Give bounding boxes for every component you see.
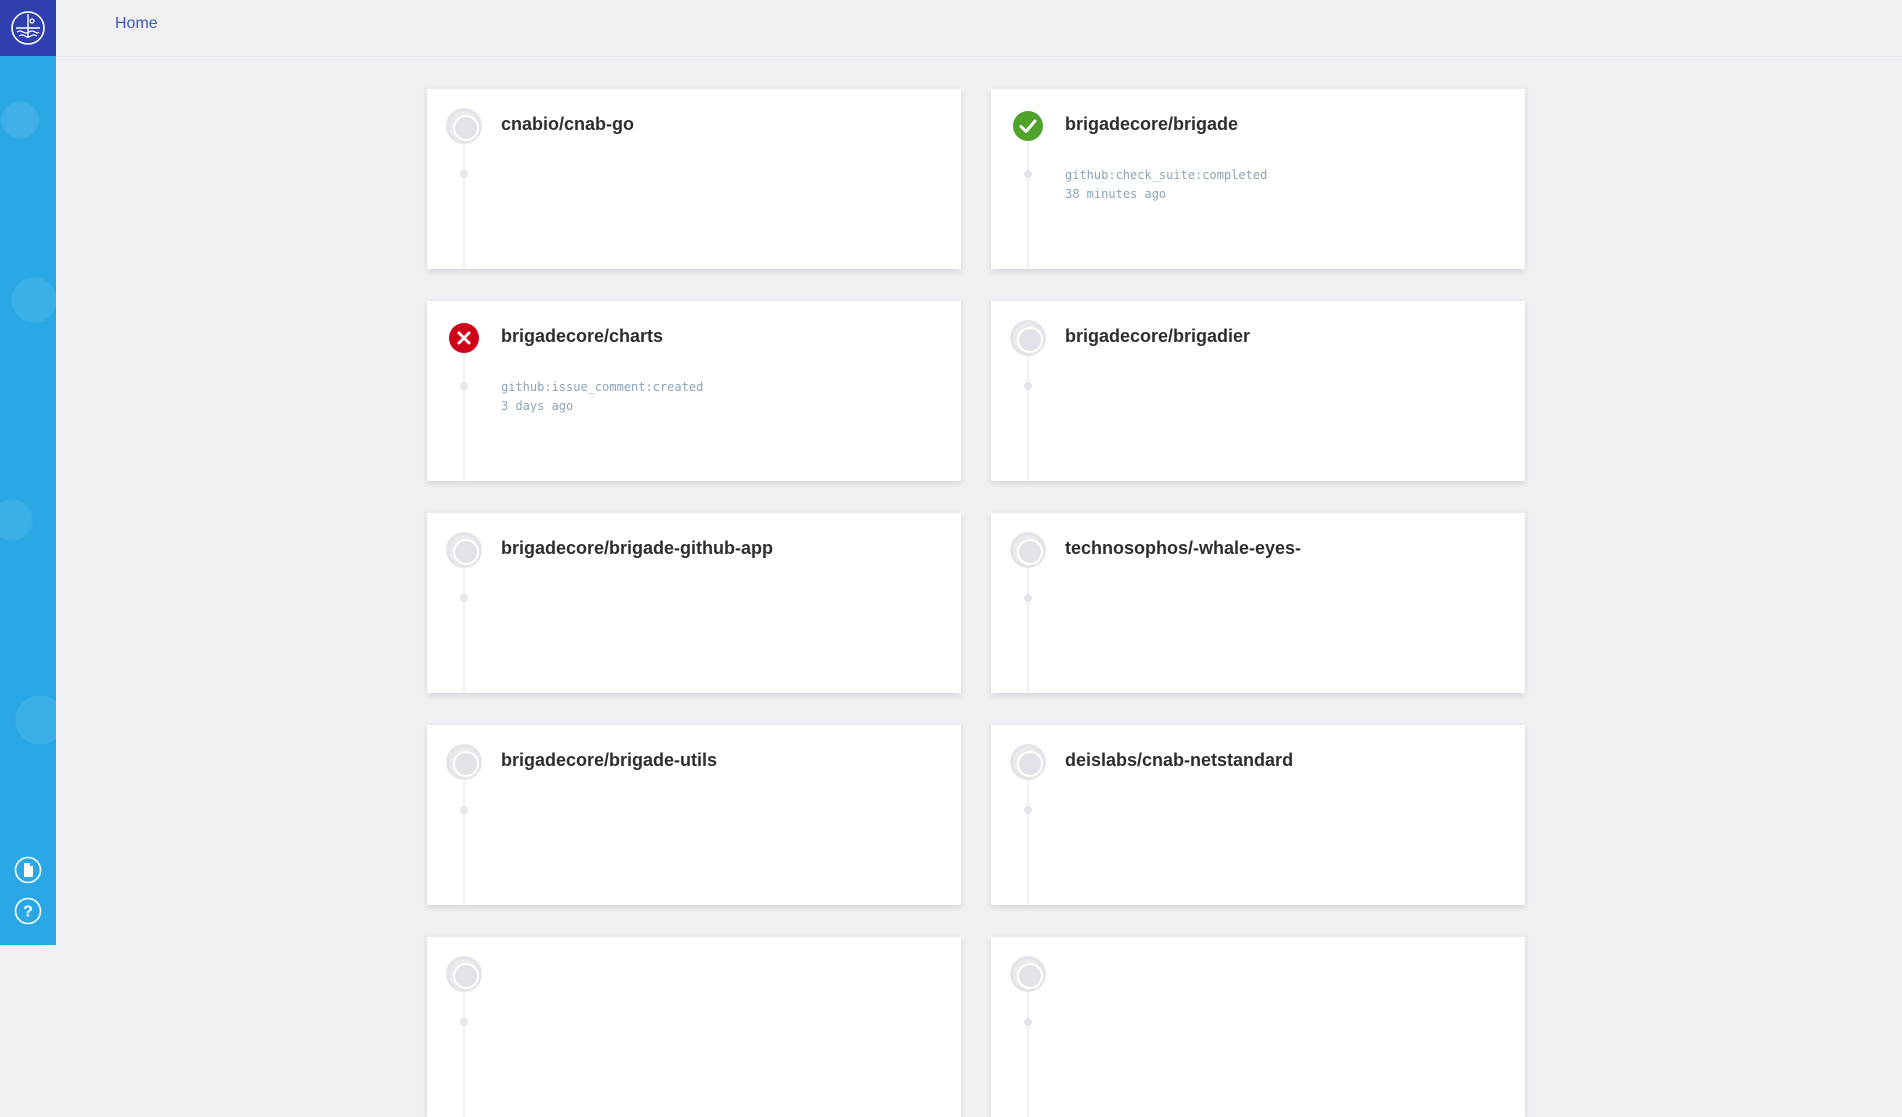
timeline-line	[463, 767, 465, 905]
project-card[interactable]: brigadecore/brigadier	[991, 301, 1525, 481]
brigade-logo-icon[interactable]	[0, 0, 56, 56]
project-card[interactable]: technosophos/-whale-eyes-	[991, 513, 1525, 693]
breadcrumb-home[interactable]: Home	[115, 15, 158, 33]
project-card[interactable]: brigadecore/brigade-github-app	[427, 513, 961, 693]
project-card[interactable]: brigadecore/brigade-utils	[427, 725, 961, 905]
timeline-dot	[460, 1018, 468, 1026]
project-card[interactable]: brigadecore/brigade github:check_suite:co…	[991, 89, 1525, 269]
timeline-line	[1027, 131, 1029, 269]
help-icon[interactable]: ?	[13, 896, 43, 926]
timeline-dot	[1024, 806, 1032, 814]
timeline-dot	[1024, 1018, 1032, 1026]
event-type: github:check_suite:completed	[1065, 168, 1268, 182]
project-name[interactable]: brigadecore/brigadier	[1065, 326, 1250, 347]
project-name[interactable]: brigadecore/charts	[501, 326, 663, 347]
document-icon[interactable]	[13, 855, 43, 885]
project-name[interactable]: brigadecore/brigade	[1065, 114, 1238, 135]
top-header: Home	[56, 0, 1902, 57]
idle-status-icon	[446, 532, 482, 568]
project-name[interactable]: cnabio/cnab-go	[501, 114, 634, 135]
timeline-dot	[1024, 170, 1032, 178]
timeline-line	[463, 343, 465, 481]
project-name[interactable]: brigadecore/brigade-utils	[501, 750, 717, 771]
close-icon	[449, 323, 479, 353]
project-card[interactable]	[427, 937, 961, 1117]
timeline-line	[463, 131, 465, 269]
timeline-line	[463, 979, 465, 1117]
timeline-line	[1027, 767, 1029, 905]
project-card[interactable]	[991, 937, 1525, 1117]
project-grid: cnabio/cnab-go brigadecore/brigade github:…	[427, 89, 1525, 1117]
project-name[interactable]: deislabs/cnab-netstandard	[1065, 750, 1293, 771]
timeline-dot	[460, 170, 468, 178]
event-type: github:issue_comment:created	[501, 380, 704, 394]
last-event: github:issue_comment:created 3 days ago	[501, 378, 703, 416]
timeline-dot	[1024, 382, 1032, 390]
svg-text:?: ?	[23, 904, 33, 921]
idle-status-icon	[1010, 956, 1046, 992]
idle-status-icon	[1010, 320, 1046, 356]
idle-status-icon	[446, 108, 482, 144]
sidebar: ?	[0, 0, 56, 945]
project-card[interactable]: cnabio/cnab-go	[427, 89, 961, 269]
idle-status-icon	[1010, 744, 1046, 780]
project-name[interactable]: brigadecore/brigade-github-app	[501, 538, 773, 559]
event-time: 38 minutes ago	[1065, 187, 1167, 201]
project-card[interactable]: deislabs/cnab-netstandard	[991, 725, 1525, 905]
timeline-line	[1027, 555, 1029, 693]
idle-status-icon	[1010, 532, 1046, 568]
idle-status-icon	[446, 744, 482, 780]
timeline-line	[1027, 343, 1029, 481]
event-time: 3 days ago	[501, 399, 574, 413]
project-card[interactable]: brigadecore/charts github:issue_comment:c…	[427, 301, 961, 481]
last-event: github:check_suite:completed 38 minutes a…	[1065, 166, 1267, 204]
timeline-line	[463, 555, 465, 693]
idle-status-icon	[446, 956, 482, 992]
timeline-line	[1027, 979, 1029, 1117]
project-name[interactable]: technosophos/-whale-eyes-	[1065, 538, 1301, 559]
timeline-dot	[460, 806, 468, 814]
check-icon	[1013, 111, 1043, 141]
timeline-dot	[460, 382, 468, 390]
timeline-dot	[460, 594, 468, 602]
timeline-dot	[1024, 594, 1032, 602]
